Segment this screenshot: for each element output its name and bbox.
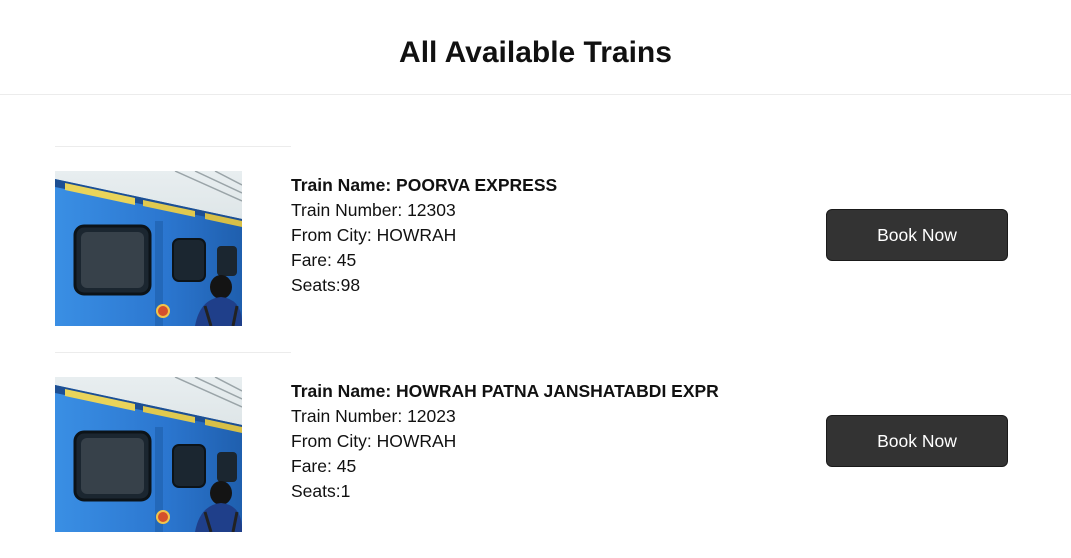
train-number: Train Number: 12303 (291, 200, 456, 220)
page-header: All Available Trains (0, 0, 1071, 95)
train-card: Train Name: POORVA EXPRESS Train Number:… (0, 146, 1071, 352)
page-title: All Available Trains (399, 36, 672, 69)
train-name: Train Name: POORVA EXPRESS (291, 175, 558, 195)
train-details: Train Name: HOWRAH PATNA JANSHATABDI EXP… (291, 379, 719, 504)
book-now-button[interactable]: Book Now (826, 415, 1008, 467)
seats: Seats:98 (291, 275, 361, 295)
train-number: Train Number: 12023 (291, 406, 456, 426)
from-city: From City: HOWRAH (291, 431, 457, 451)
train-name: Train Name: HOWRAH PATNA JANSHATABDI EXP… (291, 381, 719, 401)
from-city: From City: HOWRAH (291, 225, 457, 245)
fare: Fare: 45 (291, 456, 357, 476)
seats: Seats:1 (291, 481, 351, 501)
train-image (55, 171, 242, 326)
train-card: Train Name: HOWRAH PATNA JANSHATABDI EXP… (0, 352, 1071, 558)
card-divider (55, 146, 291, 147)
train-details: Train Name: POORVA EXPRESS Train Number:… (291, 173, 557, 298)
card-divider (55, 352, 291, 353)
train-image (55, 377, 242, 532)
fare: Fare: 45 (291, 250, 357, 270)
book-now-button[interactable]: Book Now (826, 209, 1008, 261)
